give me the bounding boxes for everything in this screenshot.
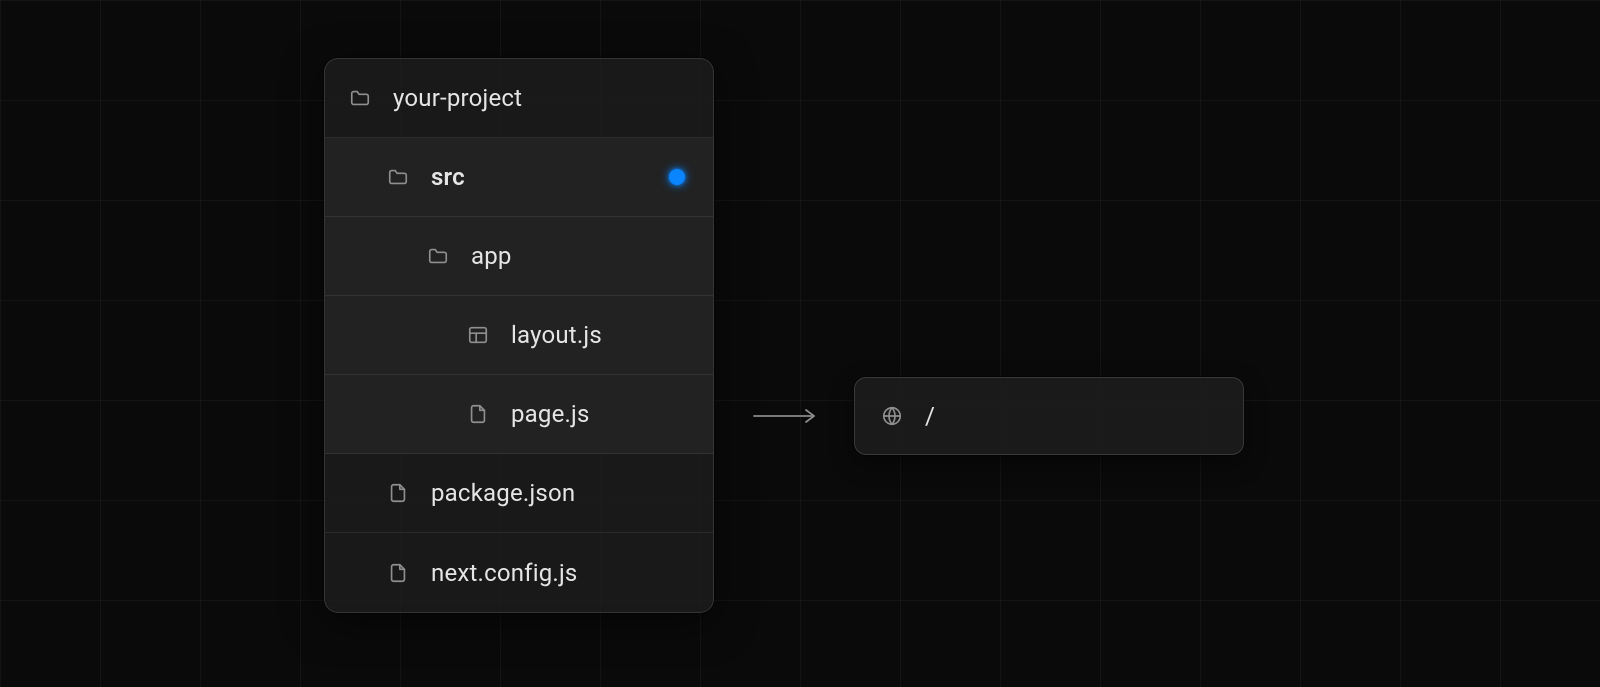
tree-root-label: your-project [393,84,522,112]
tree-item-label: package.json [431,479,575,507]
tree-item-label: app [471,242,512,270]
status-dot-icon [669,169,685,185]
tree-item-package[interactable]: package.json [325,454,713,533]
route-path: / [925,402,935,430]
globe-icon [881,405,903,427]
tree-item-page[interactable]: page.js [325,375,713,454]
arrow-icon [752,415,822,417]
tree-item-src[interactable]: src [325,138,713,217]
tree-item-label: next.config.js [431,559,577,587]
route-pill: / [854,377,1244,455]
tree-item-label: layout.js [511,321,602,349]
layout-icon [467,324,489,346]
tree-item-label: page.js [511,400,590,428]
grid-background [0,0,1600,687]
tree-root[interactable]: your-project [325,59,713,138]
tree-item-layout[interactable]: layout.js [325,296,713,375]
file-icon [387,562,409,584]
file-icon [387,482,409,504]
folder-icon [427,245,449,267]
tree-item-app[interactable]: app [325,217,713,296]
tree-item-nextconfig[interactable]: next.config.js [325,533,713,612]
folder-icon [387,166,409,188]
file-tree-panel: your-project src app layout.js page.js p… [324,58,714,613]
file-icon [467,403,489,425]
tree-item-label: src [431,163,465,191]
folder-icon [349,87,371,109]
